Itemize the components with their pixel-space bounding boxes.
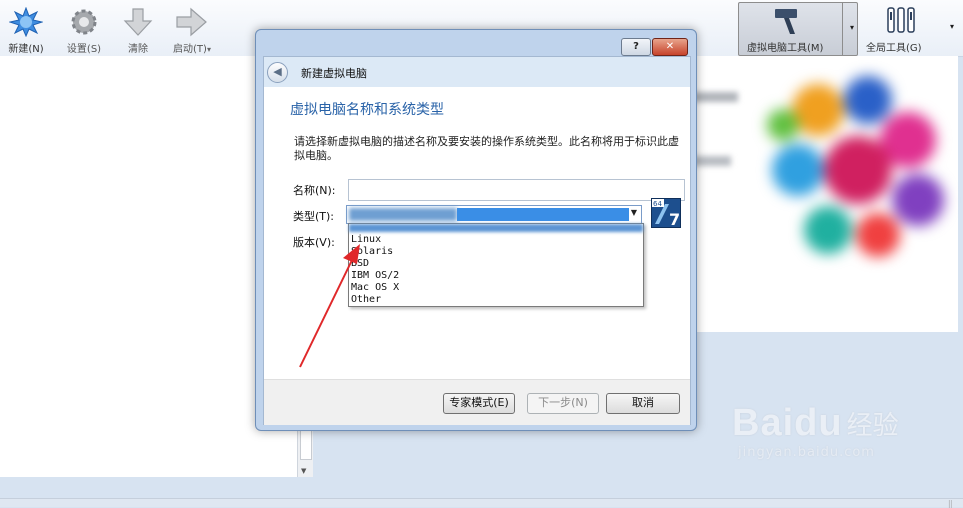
dialog-body: ◀ 新建虚拟电脑 虚拟电脑名称和系统类型 请选择新虚拟电脑的描述名称及要安装的操… — [263, 56, 691, 425]
settings-button[interactable]: 设置(S) — [58, 4, 110, 55]
help-button[interactable]: ? — [621, 38, 651, 56]
cancel-button[interactable]: 取消 — [606, 393, 680, 414]
type-option-solaris[interactable]: Solaris — [351, 246, 393, 257]
discard-button[interactable]: 清除 — [112, 4, 164, 55]
type-option-macosx[interactable]: Mac OS X — [351, 282, 399, 293]
type-option-linux[interactable]: Linux — [351, 234, 381, 245]
close-button[interactable]: ✕ — [652, 38, 688, 56]
blurred-selected-value — [349, 208, 457, 221]
hammer-icon — [775, 9, 797, 34]
watermark-brand-row: Baidu 经验 — [732, 402, 952, 445]
type-dropdown-list[interactable]: Linux Solaris BSD IBM OS/2 Mac OS X Othe… — [348, 223, 644, 307]
type-select[interactable]: ▼ — [346, 205, 642, 224]
chevron-down-icon[interactable]: ▾ — [207, 45, 211, 54]
watermark-brand: Baidu — [732, 402, 843, 444]
global-tools-label: 全局工具(G) — [866, 43, 922, 54]
os-icon-badge: 64 — [653, 200, 662, 208]
page-title: 虚拟电脑名称和系统类型 — [290, 102, 444, 118]
scroll-down-icon[interactable]: ▼ — [301, 467, 306, 475]
dialog-button-bar: 专家模式(E) 下一步(N) 取消 — [264, 379, 690, 425]
type-option-other[interactable]: Other — [351, 294, 381, 305]
back-arrow-icon[interactable]: ◀ — [267, 62, 288, 83]
resize-grip-icon[interactable]: ⣿ — [948, 500, 953, 508]
type-label: 类型(T): — [293, 210, 335, 223]
chevron-down-icon[interactable]: ▾ — [850, 23, 854, 32]
tools-icon — [887, 7, 915, 33]
vm-tools-button[interactable]: 虚拟电脑工具(M) ▾ — [738, 2, 858, 56]
new-vm-button[interactable]: 新建(N) — [0, 4, 52, 55]
new-star-icon — [9, 7, 43, 37]
watermark-url: jingyan.baidu.com — [738, 445, 875, 460]
chevron-down-icon[interactable]: ▾ — [950, 22, 954, 31]
chevron-down-icon[interactable]: ▼ — [631, 208, 637, 217]
new-vm-dialog: ? ✕ ◀ 新建虚拟电脑 虚拟电脑名称和系统类型 请选择新虚拟电脑的描述名称及要… — [255, 29, 697, 431]
page-description: 请选择新虚拟电脑的描述名称及要安装的操作系统类型。此名称将用于标识此虚拟电脑。 — [294, 135, 679, 162]
version-label: 版本(V): — [293, 236, 335, 249]
blurred-text — [693, 156, 731, 166]
right-arrow-icon — [176, 7, 207, 37]
selection-highlight — [457, 208, 629, 221]
blurred-option — [349, 224, 643, 232]
name-label: 名称(N): — [293, 184, 336, 197]
start-label: 启动(T)▾ — [166, 40, 218, 55]
gear-icon — [71, 9, 97, 35]
dialog-titlebar[interactable]: ? ✕ — [256, 30, 696, 58]
name-input[interactable] — [348, 179, 685, 201]
discard-label: 清除 — [128, 44, 148, 55]
vm-list-panel[interactable] — [0, 56, 297, 477]
os-icon-number: 7 — [669, 210, 680, 228]
watermark: Baidu 经验 jingyan.baidu.com — [732, 402, 952, 482]
os-type-icon: 64 7 — [651, 198, 681, 228]
wizard-header: ◀ 新建虚拟电脑 — [264, 57, 690, 87]
vm-list-scrollbar[interactable]: ▼ — [297, 424, 313, 477]
watermark-brand-cn: 经验 — [846, 411, 899, 441]
type-option-bsd[interactable]: BSD — [351, 258, 369, 269]
vm-tools-label: 虚拟电脑工具(M) — [747, 43, 824, 54]
scrollbar-thumb[interactable] — [300, 426, 312, 460]
expert-mode-button[interactable]: 专家模式(E) — [443, 393, 515, 414]
dialog-title: 新建虚拟电脑 — [301, 67, 367, 80]
vm-tools-divider — [842, 3, 843, 55]
blurred-text — [693, 92, 738, 102]
start-label-text: 启动(T) — [173, 44, 207, 55]
virtualbox-logo-art — [767, 76, 944, 257]
settings-label: 设置(S) — [66, 44, 102, 55]
new-vm-label: 新建(N) — [8, 44, 44, 55]
next-button[interactable]: 下一步(N) — [527, 393, 599, 414]
down-arrow-icon — [123, 8, 153, 36]
start-button[interactable]: 启动(T)▾ — [166, 4, 218, 55]
global-tools-button[interactable]: 全局工具(G) ▾ — [862, 2, 958, 54]
wizard-page: 虚拟电脑名称和系统类型 请选择新虚拟电脑的描述名称及要安装的操作系统类型。此名称… — [267, 93, 687, 378]
type-option-os2[interactable]: IBM OS/2 — [351, 270, 399, 281]
